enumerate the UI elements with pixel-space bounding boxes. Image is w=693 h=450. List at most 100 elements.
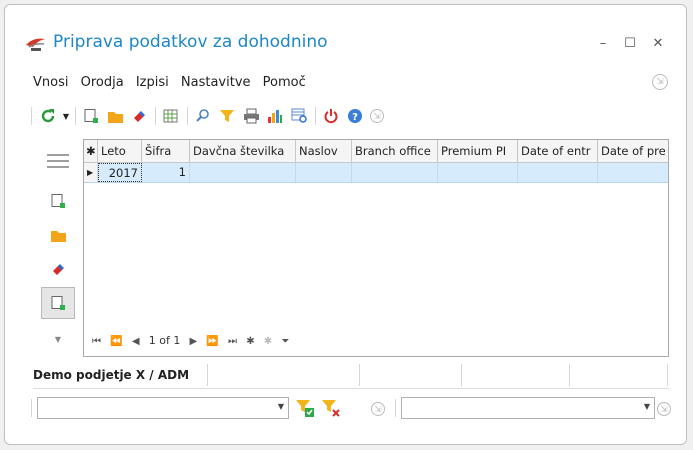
chevron-down-icon: ▼ (62, 111, 70, 121)
new-document-icon (84, 109, 98, 123)
report-search-button[interactable] (289, 106, 309, 126)
table-cell[interactable] (438, 163, 518, 182)
svg-text:?: ? (352, 112, 358, 123)
table-row[interactable]: ▶ 2017 1 (84, 163, 668, 183)
prev-page-fast-icon[interactable]: ⏪ (110, 336, 122, 347)
filter-icon[interactable]: ⏷ (281, 336, 289, 347)
row-indicator-icon: ▶ (84, 163, 98, 182)
last-page-icon[interactable]: ⏭ (228, 336, 237, 347)
side-toolbar: ▼ (33, 139, 83, 349)
apply-filter-button[interactable] (295, 398, 315, 421)
toolbar-options-button[interactable]: ⇲ (367, 106, 387, 126)
menu-bar: Vnosi Orodja Izpisi Nastavitve Pomoč (33, 75, 314, 93)
column-header[interactable]: Šifra (142, 140, 190, 162)
menu-item-pomoc[interactable]: Pomoč (263, 75, 306, 90)
close-button[interactable]: ✕ (649, 35, 667, 53)
column-header[interactable]: Premium PI (438, 140, 518, 162)
new-document-icon (51, 194, 65, 208)
refresh-icon (41, 109, 55, 123)
power-button[interactable] (321, 106, 341, 126)
column-header[interactable]: Leto (98, 140, 142, 162)
minimize-button[interactable]: – (594, 35, 612, 53)
column-header[interactable]: Date of entr (518, 140, 598, 162)
app-window: Priprava podatkov za dohodnino – ☐ ✕ Vno… (4, 4, 687, 445)
side-new-button[interactable] (43, 189, 73, 213)
hamburger-button[interactable] (43, 149, 73, 173)
second-combo[interactable]: ▼ (401, 397, 655, 419)
side-new-active-button[interactable] (41, 287, 75, 319)
grid-table-icon (163, 109, 178, 123)
table-cell[interactable] (190, 163, 296, 182)
table-cell[interactable] (598, 163, 668, 182)
search-button[interactable] (193, 106, 213, 126)
column-header[interactable]: Branch office (352, 140, 438, 162)
filter-clear-icon (322, 400, 340, 417)
new-document-icon (51, 296, 65, 310)
column-header[interactable]: Davčna številka (190, 140, 296, 162)
folder-icon (50, 230, 66, 242)
clear-filter-button[interactable] (321, 398, 341, 421)
help-icon: ? (348, 109, 362, 123)
table-cell[interactable]: 1 (142, 163, 190, 182)
print-button[interactable] (241, 106, 261, 126)
refresh-button[interactable] (37, 106, 59, 126)
help-button[interactable]: ? (345, 106, 365, 126)
table-search-icon (291, 108, 307, 123)
printer-icon (243, 108, 259, 124)
table-cell[interactable]: 2017 (98, 163, 142, 182)
next-record-icon[interactable]: ▶ (190, 336, 198, 347)
new-button[interactable] (81, 106, 101, 126)
cancel-record-icon[interactable]: ✱ (264, 336, 272, 347)
menu-options-icon[interactable]: ⇲ (652, 74, 668, 90)
menu-item-izpisi[interactable]: Izpisi (136, 75, 169, 90)
menu-item-nastavitve[interactable]: Nastavitve (181, 75, 251, 90)
side-delete-button[interactable] (43, 257, 73, 281)
tab-company[interactable]: Demo podjetje X / ADM (33, 362, 195, 388)
chevron-down-icon: ▼ (643, 402, 650, 411)
bar-chart-icon (268, 110, 282, 123)
search-icon (196, 109, 209, 122)
grid-view-button[interactable] (161, 106, 181, 126)
table-cell[interactable] (352, 163, 438, 182)
grid-header: ✱ Leto Šifra Davčna številka Naslov Bran… (84, 140, 668, 163)
eraser-icon (53, 264, 64, 275)
eraser-icon (134, 111, 145, 122)
append-record-icon[interactable]: ✱ (246, 336, 254, 347)
combo-options-icon[interactable]: ⇲ (371, 402, 385, 416)
chart-button[interactable] (265, 106, 285, 126)
data-grid: ✱ Leto Šifra Davčna številka Naslov Bran… (83, 139, 669, 357)
next-page-fast-icon[interactable]: ⏩ (206, 336, 218, 347)
open-button[interactable] (105, 106, 125, 126)
chevron-down-icon: ▼ (277, 402, 284, 411)
delete-button[interactable] (129, 106, 149, 126)
first-page-icon[interactable]: ⏮ (92, 336, 101, 347)
menu-item-vnosi[interactable]: Vnosi (33, 75, 68, 90)
prev-record-icon[interactable]: ◀ (132, 336, 140, 347)
app-logo-icon (26, 38, 45, 51)
chevron-down-icon: ▼ (54, 334, 62, 344)
filter-icon (220, 110, 234, 122)
window-title: Priprava podatkov za dohodnino (53, 32, 328, 52)
maximize-button[interactable]: ☐ (621, 35, 639, 53)
table-cell[interactable] (518, 163, 598, 182)
menu-item-orodja[interactable]: Orodja (81, 75, 124, 90)
grid-navigator: ⏮ ⏪ ◀ 1 of 1 ▶ ⏩ ⏭ ✱ ✱ ⏷ (92, 334, 295, 350)
combo-options-icon[interactable]: ⇲ (657, 402, 671, 416)
column-header[interactable]: Naslov (296, 140, 352, 162)
tab-strip: Demo podjetje X / ADM (33, 362, 669, 389)
page-indicator: 1 of 1 (148, 334, 181, 347)
side-open-button[interactable] (43, 223, 73, 247)
hamburger-menu-icon (47, 154, 69, 168)
refresh-dropdown-button[interactable]: ▼ (61, 106, 71, 126)
power-icon (324, 109, 338, 124)
title-bar: Priprava podatkov za dohodnino – ☐ ✕ (5, 5, 686, 69)
toolbar: ▼ ? ⇲ (31, 106, 451, 128)
select-all-cell[interactable]: ✱ (84, 140, 98, 162)
column-header[interactable]: Date of pre (598, 140, 668, 162)
folder-icon (107, 111, 123, 123)
filter-combo[interactable]: ▼ (37, 397, 289, 419)
side-more-button[interactable]: ▼ (43, 327, 73, 351)
filter-button[interactable] (217, 106, 237, 126)
table-cell[interactable] (296, 163, 352, 182)
filter-check-icon (296, 400, 314, 417)
